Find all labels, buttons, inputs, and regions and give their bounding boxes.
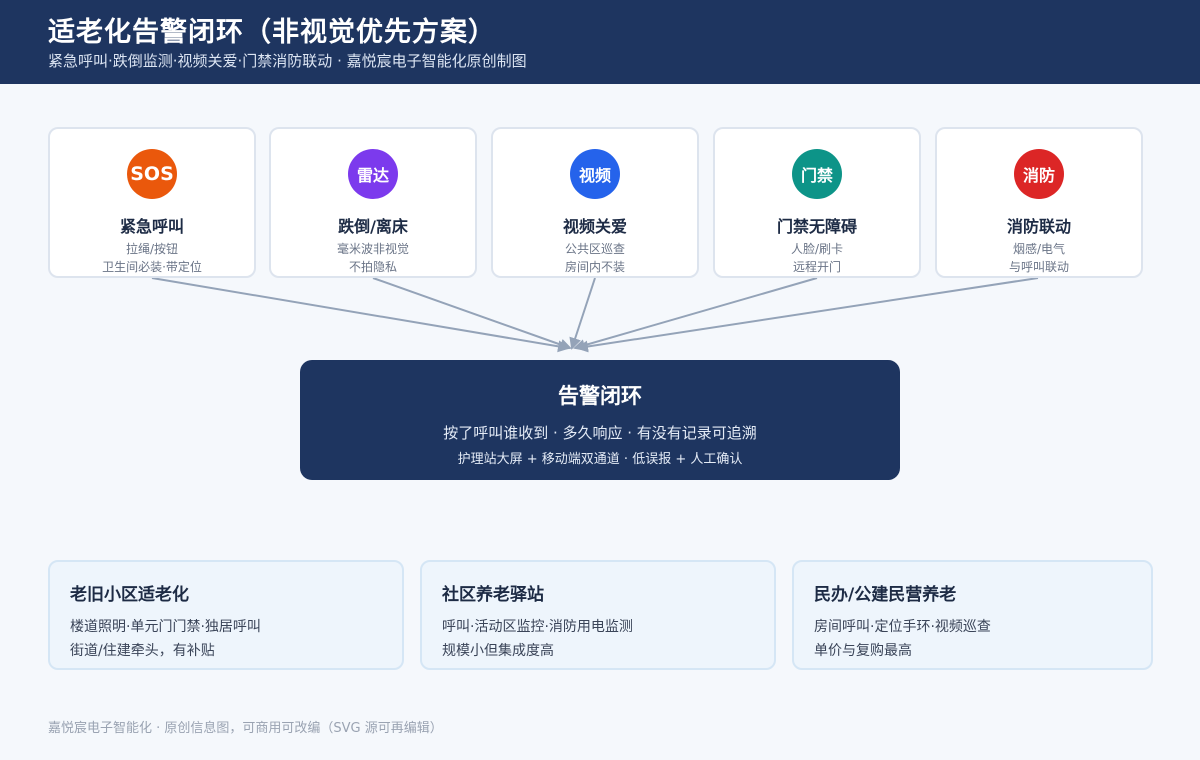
scenario-title: 老旧小区适老化 <box>70 585 189 605</box>
source-card-fire: 消防 消防联动 烟感/电气 与呼叫联动 <box>935 127 1143 278</box>
arrow-fire-to-hub <box>576 277 1039 353</box>
source-title: 视频关爱 <box>562 217 627 236</box>
source-desc-line1: 烟感/电气 <box>1012 242 1066 256</box>
source-desc: 毫米波非视觉 不拍隐私 <box>271 240 475 276</box>
source-card-video: 视频 视频关爱 公共区巡查 房间内不装 <box>491 127 699 278</box>
arrow-sos-to-hub <box>151 277 570 353</box>
source-desc-line1: 公共区巡查 <box>564 242 625 256</box>
radar-icon: 雷达 <box>348 149 398 199</box>
source-card-radar: 雷达 跌倒/离床 毫米波非视觉 不拍隐私 <box>269 127 477 278</box>
source-desc-line1: 拉绳/按钮 <box>125 242 179 256</box>
access-icon: 门禁 <box>792 149 842 199</box>
arrow-radar-to-hub <box>372 277 572 351</box>
scenario-line1: 房间呼叫·定位手环·视频巡查 <box>814 619 991 635</box>
source-desc: 人脸/刷卡 远程开门 <box>715 240 919 276</box>
source-desc: 拉绳/按钮 卫生间必装·带定位 <box>50 240 254 276</box>
scenario-line2: 街道/住建牵头，有补贴 <box>70 643 215 659</box>
scenario-line1: 呼叫·活动区监控·消防用电监测 <box>442 619 633 635</box>
hub-channels: 护理站大屏 + 移动端双通道 · 低误报 + 人工确认 <box>457 452 743 467</box>
header-banner: 适老化告警闭环（非视觉优先方案） 紧急呼叫·跌倒监测·视频关爱·门禁消防联动 ·… <box>0 0 1200 84</box>
scenario-title: 民办/公建民营养老 <box>814 585 957 605</box>
source-desc: 烟感/电气 与呼叫联动 <box>937 240 1141 276</box>
source-title: 跌倒/离床 <box>338 217 408 236</box>
arrow-video-to-hub <box>569 277 596 350</box>
sos-icon: SOS <box>127 149 177 199</box>
footer-credit: 嘉悦宸电子智能化 · 原创信息图，可商用可改编（SVG 源可再编辑） <box>48 721 443 736</box>
source-card-sos: SOS 紧急呼叫 拉绳/按钮 卫生间必装·带定位 <box>48 127 256 278</box>
source-title: 紧急呼叫 <box>119 217 184 236</box>
source-desc-line2: 远程开门 <box>792 260 841 274</box>
source-desc-line2: 房间内不装 <box>564 260 625 274</box>
source-desc-line2: 卫生间必装·带定位 <box>102 260 202 274</box>
source-card-access: 门禁 门禁无障碍 人脸/刷卡 远程开门 <box>713 127 921 278</box>
arrow-access-to-hub <box>573 277 818 351</box>
source-desc-line1: 毫米波非视觉 <box>336 242 409 256</box>
video-icon: 视频 <box>570 149 620 199</box>
scenario-card-old-community: 老旧小区适老化 楼道照明·单元门门禁·独居呼叫 街道/住建牵头，有补贴 <box>48 560 404 670</box>
scenario-title: 社区养老驿站 <box>442 585 544 605</box>
source-title: 门禁无障碍 <box>776 217 857 236</box>
source-desc-line2: 与呼叫联动 <box>1008 260 1069 274</box>
hub-title: 告警闭环 <box>558 384 642 408</box>
source-desc-line2: 不拍隐私 <box>348 260 397 274</box>
page-subtitle: 紧急呼叫·跌倒监测·视频关爱·门禁消防联动 · 嘉悦宸电子智能化原创制图 <box>48 52 527 70</box>
scenario-line1: 楼道照明·单元门门禁·独居呼叫 <box>70 619 261 635</box>
page-title: 适老化告警闭环（非视觉优先方案） <box>48 17 496 48</box>
source-desc-line1: 人脸/刷卡 <box>790 242 844 256</box>
source-title: 消防联动 <box>1006 217 1071 236</box>
scenario-line2: 单价与复购最高 <box>814 643 912 659</box>
scenario-card-community-station: 社区养老驿站 呼叫·活动区监控·消防用电监测 规模小但集成度高 <box>420 560 776 670</box>
hub-description: 按了呼叫谁收到 · 多久响应 · 有没有记录可追溯 <box>443 424 757 442</box>
source-desc: 公共区巡查 房间内不装 <box>493 240 697 276</box>
scenario-card-private-elderly-care: 民办/公建民营养老 房间呼叫·定位手环·视频巡查 单价与复购最高 <box>792 560 1153 670</box>
scenario-line2: 规模小但集成度高 <box>442 643 554 659</box>
fire-icon: 消防 <box>1014 149 1064 199</box>
alarm-loop-hub: 告警闭环 按了呼叫谁收到 · 多久响应 · 有没有记录可追溯 护理站大屏 + 移… <box>300 360 900 480</box>
